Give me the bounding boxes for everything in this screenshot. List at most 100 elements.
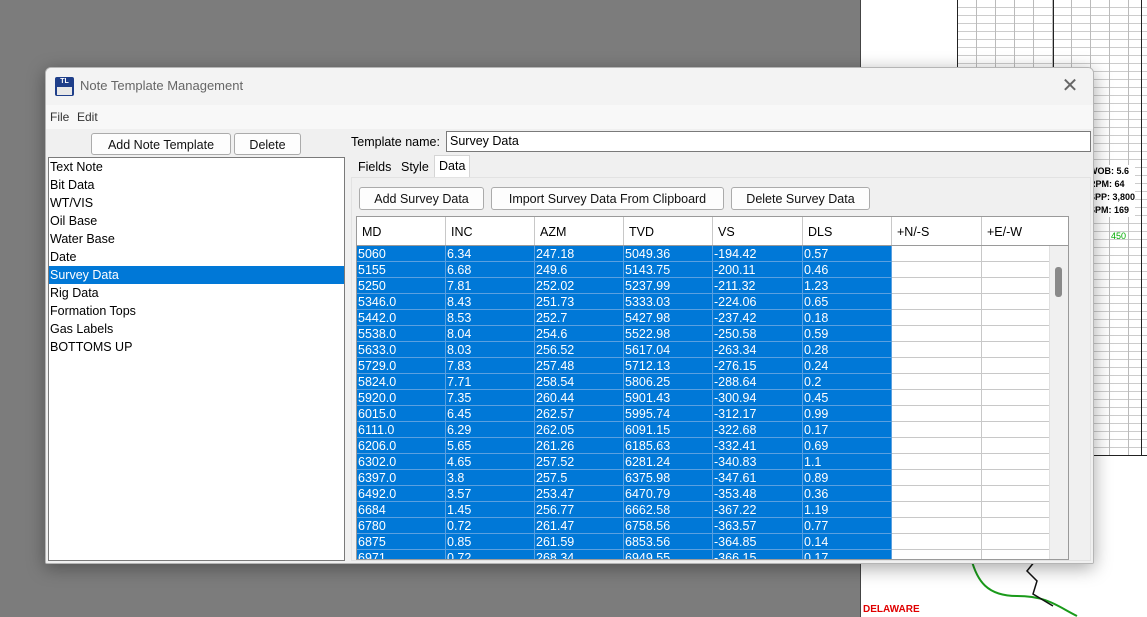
table-cell[interactable]: 0.59: [803, 326, 892, 342]
table-cell[interactable]: 0.72: [446, 518, 535, 534]
table-row[interactable]: 5060 6.34 247.18 5049.36 -194.42 0.57: [357, 246, 1068, 262]
table-cell[interactable]: 262.05: [535, 422, 624, 438]
table-row[interactable]: 5729.0 7.83 257.48 5712.13 -276.15 0.24: [357, 358, 1068, 374]
table-cell[interactable]: 0.77: [803, 518, 892, 534]
table-cell[interactable]: -250.58: [713, 326, 803, 342]
table-cell[interactable]: 5155: [357, 262, 446, 278]
table-cell[interactable]: 5250: [357, 278, 446, 294]
import-survey-data-button[interactable]: Import Survey Data From Clipboard: [491, 187, 724, 210]
template-list[interactable]: Text Note Bit Data WT/VIS Oil Base Water Bas…: [48, 157, 345, 561]
table-cell[interactable]: 6111.0: [357, 422, 446, 438]
table-cell[interactable]: 6206.0: [357, 438, 446, 454]
column-header[interactable]: MD: [357, 217, 446, 245]
table-cell[interactable]: [892, 438, 982, 454]
template-list-item[interactable]: Formation Tops: [49, 302, 344, 320]
table-cell[interactable]: [892, 550, 982, 559]
table-cell[interactable]: [892, 278, 982, 294]
column-header[interactable]: AZM: [535, 217, 624, 245]
table-cell[interactable]: -300.94: [713, 390, 803, 406]
table-cell[interactable]: 5633.0: [357, 342, 446, 358]
table-cell[interactable]: 4.65: [446, 454, 535, 470]
template-list-item[interactable]: Bit Data: [49, 176, 344, 194]
table-cell[interactable]: 256.52: [535, 342, 624, 358]
template-list-item[interactable]: Rig Data: [49, 284, 344, 302]
table-cell[interactable]: 6375.98: [624, 470, 713, 486]
table-cell[interactable]: 5143.75: [624, 262, 713, 278]
tab-data[interactable]: Data: [434, 155, 471, 178]
table-cell[interactable]: 5427.98: [624, 310, 713, 326]
table-cell[interactable]: [892, 502, 982, 518]
vertical-scrollbar[interactable]: [1049, 246, 1068, 559]
table-cell[interactable]: 5522.98: [624, 326, 713, 342]
table-cell[interactable]: 1.45: [446, 502, 535, 518]
table-row[interactable]: 6684 1.45 256.77 6662.58 -367.22 1.19: [357, 502, 1068, 518]
table-cell[interactable]: -312.17: [713, 406, 803, 422]
table-cell[interactable]: [892, 454, 982, 470]
table-cell[interactable]: [892, 358, 982, 374]
add-survey-data-button[interactable]: Add Survey Data: [359, 187, 484, 210]
table-cell[interactable]: 6302.0: [357, 454, 446, 470]
table-cell[interactable]: 6758.56: [624, 518, 713, 534]
table-cell[interactable]: 0.65: [803, 294, 892, 310]
table-cell[interactable]: 262.57: [535, 406, 624, 422]
table-cell[interactable]: 5346.0: [357, 294, 446, 310]
table-cell[interactable]: 261.26: [535, 438, 624, 454]
table-cell[interactable]: [892, 518, 982, 534]
table-cell[interactable]: 0.69: [803, 438, 892, 454]
table-cell[interactable]: [892, 406, 982, 422]
table-cell[interactable]: 256.77: [535, 502, 624, 518]
table-cell[interactable]: -224.06: [713, 294, 803, 310]
table-cell[interactable]: 5442.0: [357, 310, 446, 326]
table-row[interactable]: 6875 0.85 261.59 6853.56 -364.85 0.14: [357, 534, 1068, 550]
column-header[interactable]: INC: [446, 217, 535, 245]
table-cell[interactable]: 257.5: [535, 470, 624, 486]
template-list-item[interactable]: Water Base: [49, 230, 344, 248]
menu-file[interactable]: File: [50, 110, 69, 124]
table-cell[interactable]: 247.18: [535, 246, 624, 262]
table-row[interactable]: 5538.0 8.04 254.6 5522.98 -250.58 0.59: [357, 326, 1068, 342]
table-cell[interactable]: 5824.0: [357, 374, 446, 390]
table-cell[interactable]: 6780: [357, 518, 446, 534]
table-cell[interactable]: 5729.0: [357, 358, 446, 374]
table-cell[interactable]: 0.28: [803, 342, 892, 358]
table-cell[interactable]: 3.57: [446, 486, 535, 502]
table-cell[interactable]: 8.53: [446, 310, 535, 326]
column-header[interactable]: TVD: [624, 217, 713, 245]
table-cell[interactable]: 1.23: [803, 278, 892, 294]
table-cell[interactable]: 6281.24: [624, 454, 713, 470]
table-cell[interactable]: -332.41: [713, 438, 803, 454]
table-cell[interactable]: 7.71: [446, 374, 535, 390]
table-cell[interactable]: 261.47: [535, 518, 624, 534]
delete-survey-data-button[interactable]: Delete Survey Data: [731, 187, 870, 210]
table-cell[interactable]: 0.2: [803, 374, 892, 390]
table-cell[interactable]: -194.42: [713, 246, 803, 262]
table-cell[interactable]: [892, 470, 982, 486]
table-cell[interactable]: 6853.56: [624, 534, 713, 550]
table-cell[interactable]: 6015.0: [357, 406, 446, 422]
table-row[interactable]: 6302.0 4.65 257.52 6281.24 -340.83 1.1: [357, 454, 1068, 470]
table-cell[interactable]: 0.89: [803, 470, 892, 486]
table-cell[interactable]: 1.1: [803, 454, 892, 470]
table-row[interactable]: 5346.0 8.43 251.73 5333.03 -224.06 0.65: [357, 294, 1068, 310]
delete-template-button[interactable]: Delete: [234, 133, 301, 155]
table-cell[interactable]: 6949.55: [624, 550, 713, 559]
table-cell[interactable]: 6185.63: [624, 438, 713, 454]
table-cell[interactable]: -200.11: [713, 262, 803, 278]
template-list-item[interactable]: Survey Data: [49, 266, 344, 284]
table-cell[interactable]: 254.6: [535, 326, 624, 342]
table-cell[interactable]: -211.32: [713, 278, 803, 294]
table-cell[interactable]: 0.36: [803, 486, 892, 502]
table-cell[interactable]: 5333.03: [624, 294, 713, 310]
table-cell[interactable]: 8.03: [446, 342, 535, 358]
table-cell[interactable]: 5.65: [446, 438, 535, 454]
table-row[interactable]: 6015.0 6.45 262.57 5995.74 -312.17 0.99: [357, 406, 1068, 422]
tab-style[interactable]: Style: [397, 157, 433, 177]
table-cell[interactable]: 0.14: [803, 534, 892, 550]
table-cell[interactable]: 8.43: [446, 294, 535, 310]
table-cell[interactable]: [892, 342, 982, 358]
table-cell[interactable]: 8.04: [446, 326, 535, 342]
table-cell[interactable]: 0.17: [803, 550, 892, 559]
table-cell[interactable]: 5617.04: [624, 342, 713, 358]
table-cell[interactable]: -237.42: [713, 310, 803, 326]
table-cell[interactable]: 7.35: [446, 390, 535, 406]
